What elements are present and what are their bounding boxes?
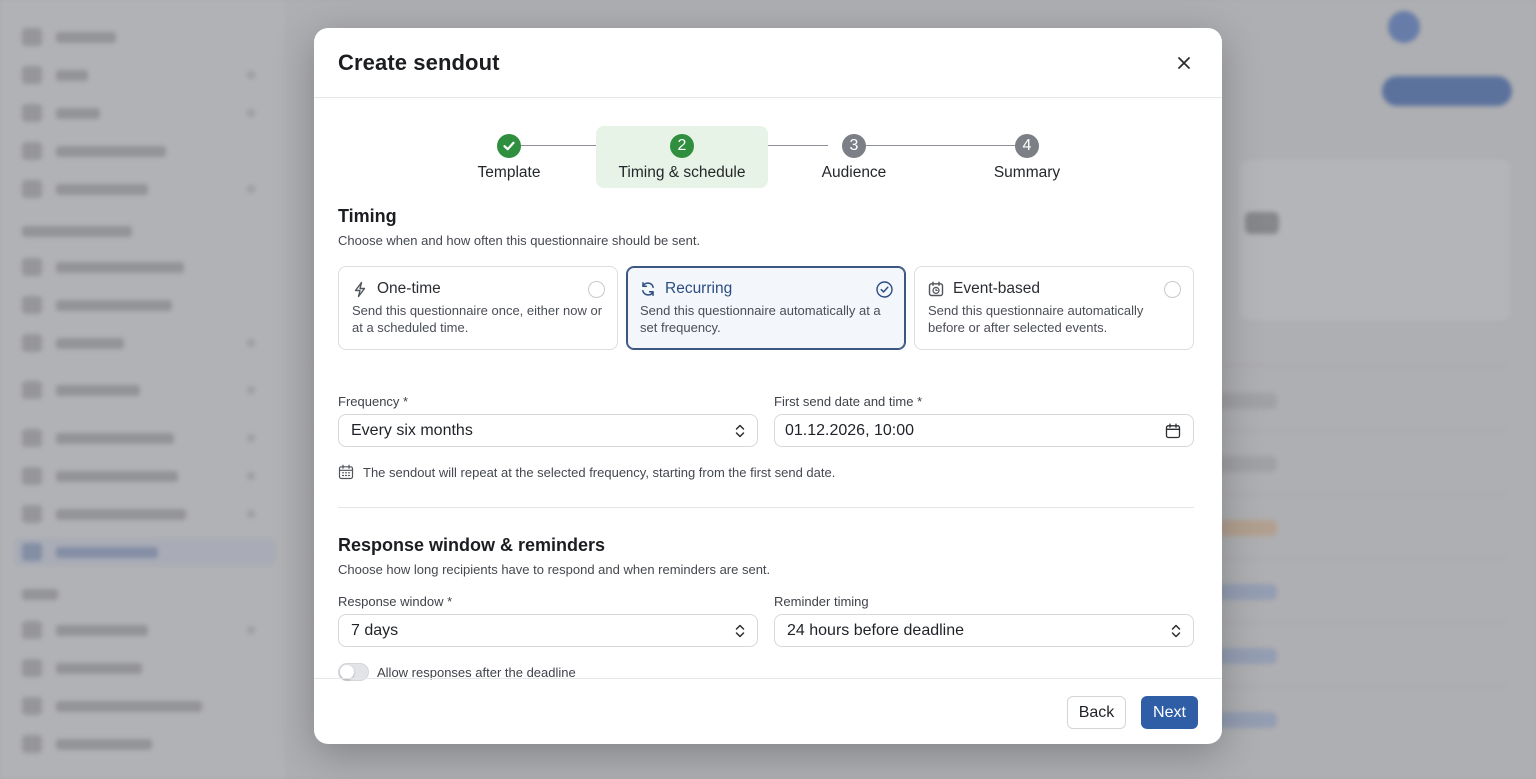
option-description: Send this questionnaire automatically be… <box>928 303 1144 335</box>
step-number: 4 <box>1015 134 1039 158</box>
calendar-icon <box>338 464 354 480</box>
section-divider <box>338 507 1194 508</box>
option-title: Recurring <box>665 280 733 297</box>
step-label: Template <box>477 164 541 181</box>
step-number: 3 <box>842 134 866 158</box>
option-description: Send this questionnaire once, either now… <box>352 303 603 335</box>
dialog-content: Timing Choose when and how often this qu… <box>338 206 1194 681</box>
close-icon <box>1178 56 1190 69</box>
toggle-knob <box>340 665 354 679</box>
frequency-select[interactable]: Every six months <box>338 414 758 447</box>
back-button[interactable]: Back <box>1067 696 1126 729</box>
first-send-datetime-input[interactable]: 01.12.2026, 10:00 <box>774 414 1194 447</box>
step-number: 2 <box>670 134 694 158</box>
first-send-label: First send date and time * <box>774 394 923 409</box>
step-audience[interactable]: 3 Audience <box>768 126 940 188</box>
calendar-clock-icon <box>928 281 944 297</box>
timing-options: One-time Send this questionnaire once, e… <box>338 266 1194 350</box>
frequency-value: Every six months <box>351 421 473 439</box>
reminder-timing-select[interactable]: 24 hours before deadline <box>774 614 1194 647</box>
close-button[interactable] <box>1170 49 1198 77</box>
chevron-up-down-icon <box>735 624 745 637</box>
step-label: Audience <box>821 164 887 181</box>
check-circle-icon[interactable] <box>876 281 893 298</box>
chevron-up-down-icon <box>735 424 745 437</box>
step-template[interactable]: Template <box>423 126 595 188</box>
response-section-header: Response window & reminders Choose how l… <box>338 535 1194 577</box>
refresh-icon <box>642 282 654 296</box>
response-section-description: Choose how long recipients have to respo… <box>338 562 771 577</box>
response-section-title: Response window & reminders <box>338 535 606 555</box>
timing-section-description: Choose when and how often this questionn… <box>338 233 701 248</box>
repeat-hint-text: The sendout will repeat at the selected … <box>363 464 836 480</box>
option-one-time[interactable]: One-time Send this questionnaire once, e… <box>338 266 618 350</box>
option-event-based[interactable]: Event-based Send this questionnaire auto… <box>914 266 1194 350</box>
step-label: Timing & schedule <box>618 164 746 181</box>
first-send-value: 01.12.2026, 10:00 <box>785 421 915 439</box>
option-recurring[interactable]: Recurring Send this questionnaire automa… <box>626 266 906 350</box>
option-radio[interactable] <box>1164 281 1181 298</box>
response-window-label: Response window * <box>338 594 453 609</box>
frequency-label: Frequency * <box>338 394 409 409</box>
step-label: Summary <box>993 164 1061 181</box>
dialog-footer: Back Next <box>314 678 1222 744</box>
calendar-icon[interactable] <box>1165 423 1181 439</box>
option-description: Send this questionnaire automatically at… <box>640 303 881 335</box>
step-summary[interactable]: 4 Summary <box>941 126 1113 188</box>
response-window-select[interactable]: 7 days <box>338 614 758 647</box>
create-sendout-dialog: Create sendout Template 2 Timing & sched… <box>314 28 1222 744</box>
reminder-timing-label: Reminder timing <box>774 594 869 609</box>
next-button[interactable]: Next <box>1141 696 1198 729</box>
repeat-hint: The sendout will repeat at the selected … <box>338 464 835 480</box>
option-radio[interactable] <box>588 281 605 298</box>
step-timing-schedule[interactable]: 2 Timing & schedule <box>596 126 768 188</box>
option-title: One-time <box>377 280 441 297</box>
dialog-header: Create sendout <box>314 28 1222 98</box>
step-complete-check-icon <box>497 134 521 158</box>
option-title: Event-based <box>953 280 1041 297</box>
reminder-timing-value: 24 hours before deadline <box>787 621 965 639</box>
chevron-up-down-icon <box>1171 624 1181 637</box>
timing-section-title: Timing <box>338 206 397 226</box>
dialog-title: Create sendout <box>338 49 500 75</box>
response-window-value: 7 days <box>351 621 399 639</box>
lightning-icon <box>354 281 366 297</box>
